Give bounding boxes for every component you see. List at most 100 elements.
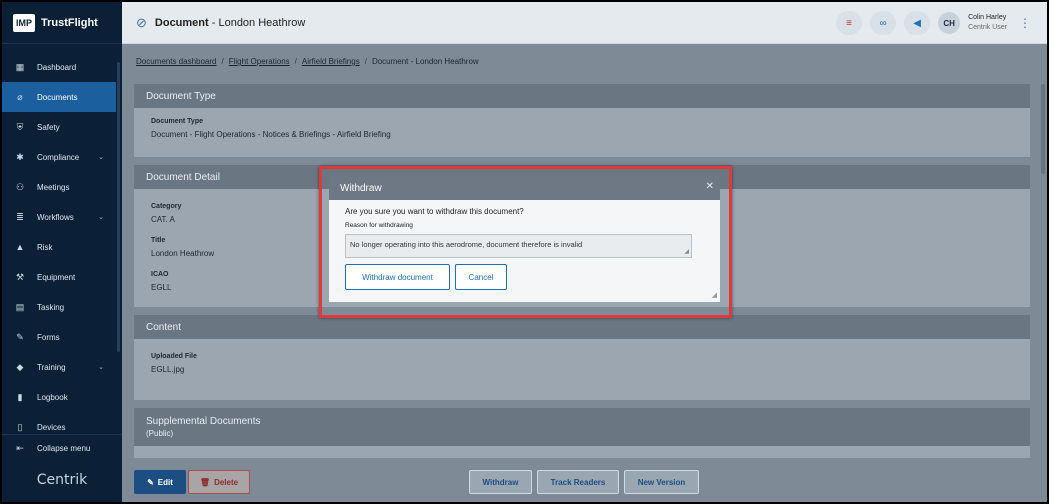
- sidebar-item-logbook[interactable]: ▮ Logbook: [2, 382, 116, 412]
- uploaded-file-label: Uploaded File: [151, 353, 197, 360]
- page-title: Document - London Heathrow: [155, 17, 305, 29]
- sidebar-item-forms[interactable]: ✎ Forms: [2, 322, 116, 352]
- document-type-heading: Document Type: [134, 84, 1030, 108]
- collapse-menu-label: Collapse menu: [37, 444, 91, 453]
- reason-text: No longer operating into this aerodrome,…: [350, 240, 583, 249]
- sidebar-item-equipment[interactable]: ⚒ Equipment: [2, 262, 116, 292]
- dashboard-icon: ▦: [15, 61, 25, 72]
- sidebar-item-risk[interactable]: ▲ Risk: [2, 232, 116, 262]
- sidebar-nav: ▦ Dashboard ⌀ Documents ⛨ Safety ✱ Compliance ⌄ ⚇…: [2, 52, 116, 442]
- sidebar-item-training[interactable]: ◆ Training ⌄: [2, 352, 116, 382]
- sidebar-item-label: Risk: [37, 242, 53, 252]
- breadcrumb-current: Document - London Heathrow: [371, 57, 479, 66]
- action-bar: ✎ Edit 🗑 Delete Withdraw Track Readers New…: [122, 462, 1047, 502]
- chevron-down-icon[interactable]: ⌄: [98, 153, 104, 161]
- modal-question: Are you sure you want to withdraw this d…: [345, 207, 524, 216]
- breadcrumb-separator: /: [221, 57, 224, 66]
- sidebar-scrollbar[interactable]: [117, 62, 120, 352]
- paperclip-icon: ⌀: [17, 91, 23, 102]
- sidebar-item-label: Training: [37, 362, 66, 372]
- sidebar-item-label: Dashboard: [37, 62, 77, 72]
- sidebar-item-label: Meetings: [37, 182, 70, 192]
- app-name: TrustFlight: [41, 16, 98, 29]
- document-type-card: Document Type Document Type Document - F…: [134, 84, 1030, 157]
- new-version-button[interactable]: New Version: [624, 470, 699, 494]
- document-type-label: Document Type: [151, 118, 203, 125]
- avatar[interactable]: CH: [938, 12, 961, 34]
- stack-button[interactable]: ≡: [836, 11, 863, 35]
- link-button[interactable]: ∞: [870, 11, 897, 35]
- edit-button[interactable]: ✎ Edit: [134, 470, 186, 494]
- sidebar-item-label: Documents: [37, 92, 78, 102]
- withdraw-document-button[interactable]: Withdraw document: [345, 264, 450, 290]
- breadcrumb-separator: /: [364, 57, 367, 66]
- sidebar-item-documents[interactable]: ⌀ Documents: [2, 82, 116, 112]
- document-type-value: Document - Flight Operations - Notices &…: [151, 130, 391, 139]
- chevron-down-icon[interactable]: ⌄: [98, 213, 104, 221]
- header-actions: ≡ ∞ ◀ CH Colin Harley Centrik User ⋮: [836, 11, 1031, 35]
- stack-icon: ≡: [846, 17, 853, 29]
- meetings-icon: ⚇: [15, 181, 25, 192]
- sidebar-item-label: Forms: [37, 332, 60, 342]
- more-vertical-icon[interactable]: ⋮: [1019, 16, 1031, 30]
- collapse-icon: ⇤: [16, 443, 24, 453]
- collapse-menu-button[interactable]: ⇤ Collapse menu: [2, 434, 122, 462]
- user-role: Centrik User: [968, 24, 1007, 31]
- sidebar-item-tasking[interactable]: ▤ Tasking: [2, 292, 116, 322]
- track-readers-button[interactable]: Track Readers: [537, 470, 619, 494]
- content-heading: Content: [134, 315, 1030, 339]
- announcement-button[interactable]: ◀: [904, 11, 931, 35]
- wrench-icon: ⚒: [15, 271, 25, 282]
- megaphone-icon: ◀: [913, 17, 921, 29]
- breadcrumb: Documents dashboard / Flight Operations / Ai…: [136, 57, 479, 66]
- supplemental-documents-subtitle: (Public): [146, 429, 174, 438]
- main-scrollbar[interactable]: [1041, 84, 1045, 174]
- sidebar-item-meetings[interactable]: ⚇ Meetings: [2, 172, 116, 202]
- sidebar-item-safety[interactable]: ⛨ Safety: [2, 112, 116, 142]
- sidebar-item-label: Safety: [37, 122, 60, 132]
- breadcrumb-separator: /: [294, 57, 297, 66]
- sidebar-item-label: Equipment: [37, 272, 76, 282]
- withdraw-button[interactable]: Withdraw: [469, 470, 532, 494]
- devices-icon: ▯: [17, 421, 23, 432]
- breadcrumb-documents-dashboard[interactable]: Documents dashboard: [136, 57, 217, 66]
- sidebar-item-compliance[interactable]: ✱ Compliance ⌄: [2, 142, 116, 172]
- sidebar-item-label: Compliance: [37, 152, 80, 162]
- reason-textarea[interactable]: No longer operating into this aerodrome,…: [345, 234, 692, 258]
- sidebar: IMP TrustFlight ▦ Dashboard ⌀ Documents ⛨ Saf…: [2, 2, 122, 502]
- delete-label: Delete: [214, 477, 239, 487]
- user-info[interactable]: Colin Harley Centrik User: [968, 13, 1007, 33]
- breadcrumb-airfield-briefings[interactable]: Airfield Briefings: [302, 57, 360, 66]
- modal-title: Withdraw: [329, 176, 720, 200]
- user-name: Colin Harley: [968, 14, 1007, 21]
- compliance-icon: ✱: [16, 151, 24, 162]
- uploaded-file-link[interactable]: EGLL.jpg: [151, 365, 1013, 374]
- page-title-prefix: Document: [154, 16, 209, 29]
- top-header: ⊘ Document - London Heathrow ≡ ∞ ◀ CH Co…: [122, 2, 1047, 44]
- resize-handle-icon[interactable]: ◢: [684, 248, 689, 255]
- tasking-icon: ▤: [15, 301, 25, 312]
- cancel-button[interactable]: Cancel: [455, 264, 507, 290]
- forms-icon: ✎: [16, 331, 24, 342]
- page-title-suffix: - London Heathrow: [208, 16, 306, 29]
- withdraw-modal: Withdraw ✕ Are you sure you want to with…: [329, 176, 720, 302]
- sidebar-item-label: Logbook: [37, 392, 68, 402]
- delete-button[interactable]: 🗑 Delete: [188, 470, 250, 494]
- sidebar-item-dashboard[interactable]: ▦ Dashboard: [2, 52, 116, 82]
- book-icon: ▮: [17, 391, 23, 402]
- sidebar-item-label: Workflows: [37, 212, 74, 222]
- content-card: Content Uploaded File EGLL.jpg: [134, 315, 1030, 400]
- sidebar-item-workflows[interactable]: ≣ Workflows ⌄: [2, 202, 116, 232]
- modal-resize-icon[interactable]: ◢: [712, 291, 717, 299]
- warning-icon: ▲: [15, 242, 25, 252]
- chevron-down-icon[interactable]: ⌄: [98, 363, 104, 371]
- workflows-icon: ≣: [16, 211, 24, 222]
- close-icon[interactable]: ✕: [706, 181, 714, 192]
- breadcrumb-flight-operations[interactable]: Flight Operations: [229, 57, 290, 66]
- shield-icon: ⛨: [16, 121, 24, 132]
- graduation-cap-icon: ◆: [16, 361, 24, 372]
- supplemental-documents-title: Supplemental Documents: [146, 416, 261, 427]
- brand[interactable]: IMP TrustFlight: [2, 2, 122, 44]
- link-icon: ∞: [879, 17, 887, 29]
- paperclip-icon: ⊘: [136, 14, 147, 30]
